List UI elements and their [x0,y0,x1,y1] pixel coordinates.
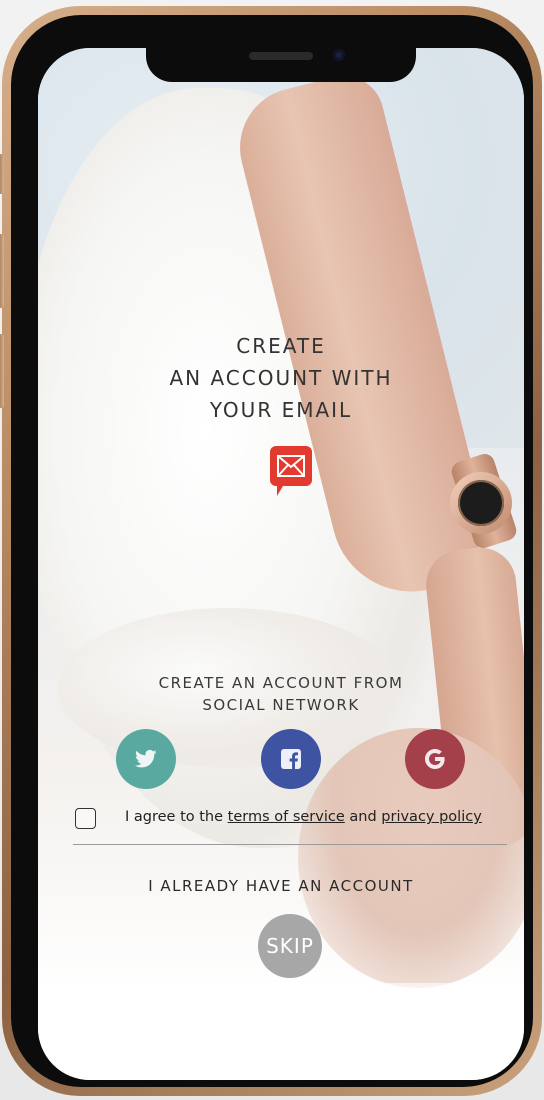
twitter-icon [135,749,157,768]
bottom-fade [38,983,524,1080]
agreement-prefix: I agree to the [125,809,228,825]
agreement-middle: and [344,809,382,825]
twitter-signup-button[interactable] [116,729,176,789]
divider [73,844,507,845]
social-title: CREATE AN ACCOUNT FROM SOCIAL NETWORK [38,672,524,716]
facebook-icon [281,749,301,769]
watch-image [444,451,524,551]
social-title-line-2: SOCIAL NETWORK [202,696,360,714]
privacy-policy-link[interactable]: privacy policy [381,809,482,825]
title-line-3: YOUR EMAIL [209,398,353,422]
agreement-row: I agree to the terms of service and priv… [75,808,515,832]
app-screen: CREATE AN ACCOUNT WITH YOUR EMAIL CREATE… [38,48,524,1080]
phone-side-button [0,154,4,194]
front-camera [333,49,345,61]
phone-volume-up [0,234,4,308]
create-email-title: CREATE AN ACCOUNT WITH YOUR EMAIL [38,330,524,426]
page: CREATE AN ACCOUNT WITH YOUR EMAIL CREATE… [0,0,544,1100]
facebook-signup-button[interactable] [261,729,321,789]
email-signup-button[interactable] [270,446,312,496]
google-icon [425,749,445,769]
google-signup-button[interactable] [405,729,465,789]
terms-of-service-link[interactable]: terms of service [228,809,345,825]
have-account-link[interactable]: I ALREADY HAVE AN ACCOUNT [38,877,524,895]
skip-button[interactable]: SKIP [258,914,322,978]
title-line-2: AN ACCOUNT WITH [169,366,393,390]
agree-checkbox[interactable] [75,808,96,829]
speaker [249,52,313,60]
agreement-text: I agree to the terms of service and priv… [125,809,482,825]
title-line-1: CREATE [236,334,326,358]
watch-face [458,480,504,526]
notch [146,48,416,82]
envelope-icon [277,455,305,477]
phone-volume-down [0,334,4,408]
social-title-line-1: CREATE AN ACCOUNT FROM [158,674,404,692]
